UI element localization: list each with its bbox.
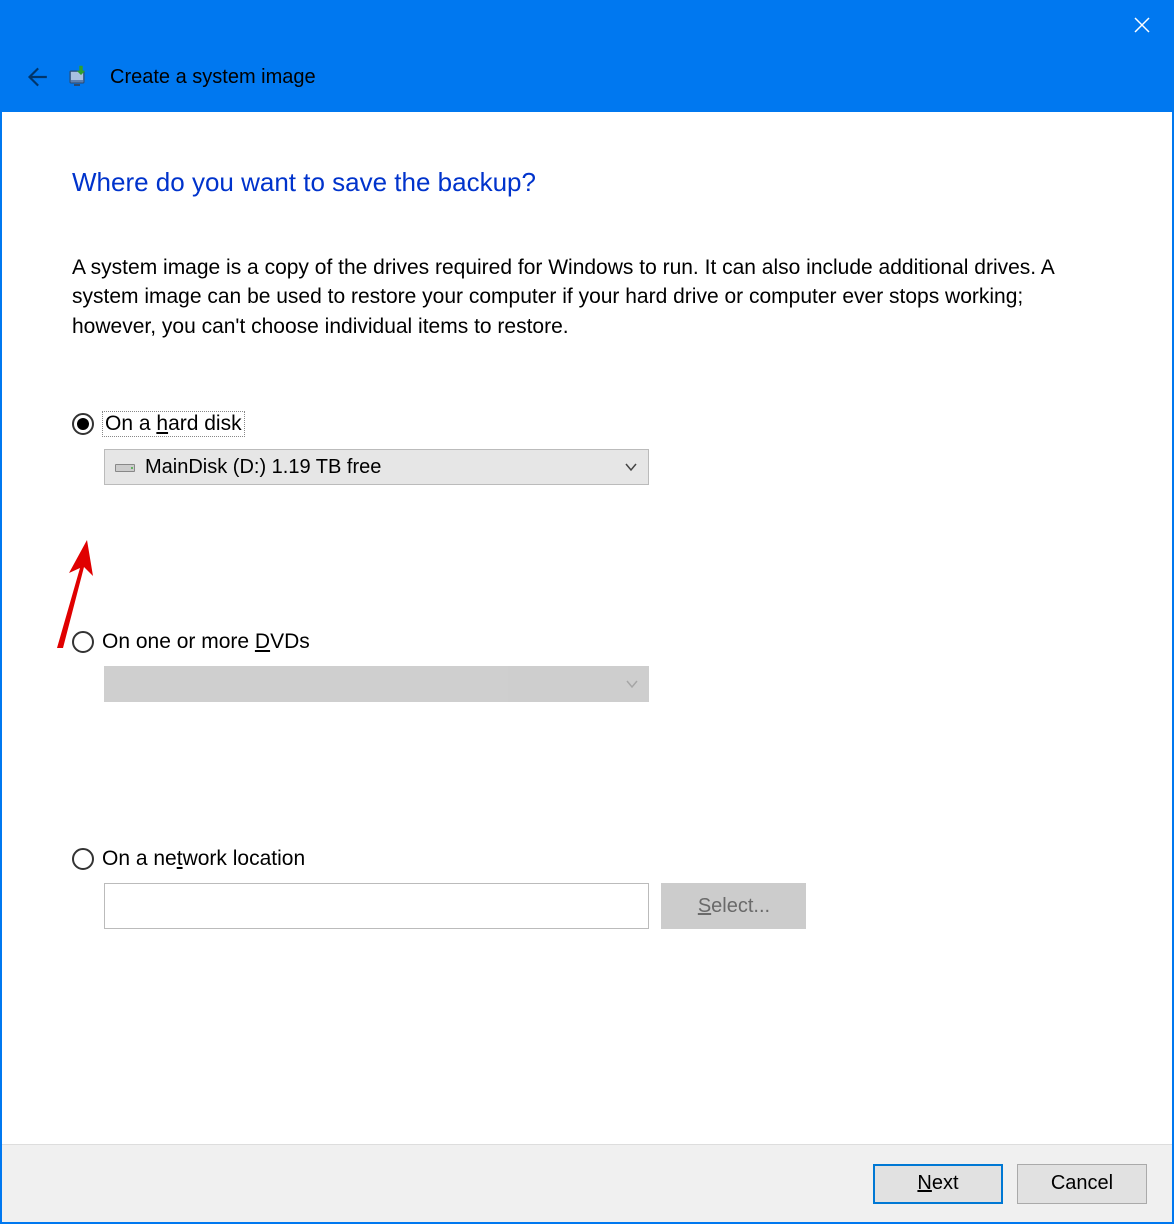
page-description: A system image is a copy of the drives r… xyxy=(72,253,1102,341)
radio-dvd-label: On one or more DVDs xyxy=(102,630,310,654)
page-heading: Where do you want to save the backup? xyxy=(72,167,1102,198)
radio-dvd[interactable] xyxy=(72,631,94,653)
option-hard-disk: On a hard disk MainDisk (D:) 1.19 TB fre… xyxy=(72,411,1102,485)
radio-dvd-row[interactable]: On one or more DVDs xyxy=(72,630,1102,654)
cancel-button[interactable]: Cancel xyxy=(1017,1164,1147,1204)
radio-network-row[interactable]: On a network location xyxy=(72,847,1102,871)
close-icon xyxy=(1134,17,1150,33)
back-arrow-icon xyxy=(23,64,49,90)
footer-bar: Next Cancel xyxy=(2,1144,1172,1222)
network-path-input[interactable] xyxy=(104,883,649,929)
drive-icon xyxy=(115,460,135,474)
dvd-dropdown xyxy=(104,666,649,702)
radio-network[interactable] xyxy=(72,848,94,870)
header-bar: Create a system image xyxy=(2,57,1172,112)
radio-hard-disk-label: On a hard disk xyxy=(102,411,245,437)
wizard-window: Create a system image Where do you want … xyxy=(0,0,1174,1224)
chevron-down-icon xyxy=(625,677,639,691)
hard-disk-dropdown[interactable]: MainDisk (D:) 1.19 TB free xyxy=(104,449,649,485)
title-bar xyxy=(2,2,1172,57)
radio-hard-disk-row[interactable]: On a hard disk xyxy=(72,411,1102,437)
close-button[interactable] xyxy=(1112,2,1172,47)
system-image-icon xyxy=(68,65,92,89)
hard-disk-selected-value: MainDisk (D:) 1.19 TB free xyxy=(145,456,614,479)
network-select-button: Select... xyxy=(661,883,806,929)
window-title: Create a system image xyxy=(110,66,316,89)
option-network: On a network location Select... xyxy=(72,847,1102,929)
content-area: Where do you want to save the backup? A … xyxy=(2,112,1172,1144)
radio-hard-disk[interactable] xyxy=(72,413,94,435)
option-dvd: On one or more DVDs xyxy=(72,630,1102,702)
chevron-down-icon xyxy=(624,460,638,474)
radio-network-label: On a network location xyxy=(102,847,305,871)
back-button[interactable] xyxy=(22,63,50,91)
next-button[interactable]: Next xyxy=(873,1164,1003,1204)
